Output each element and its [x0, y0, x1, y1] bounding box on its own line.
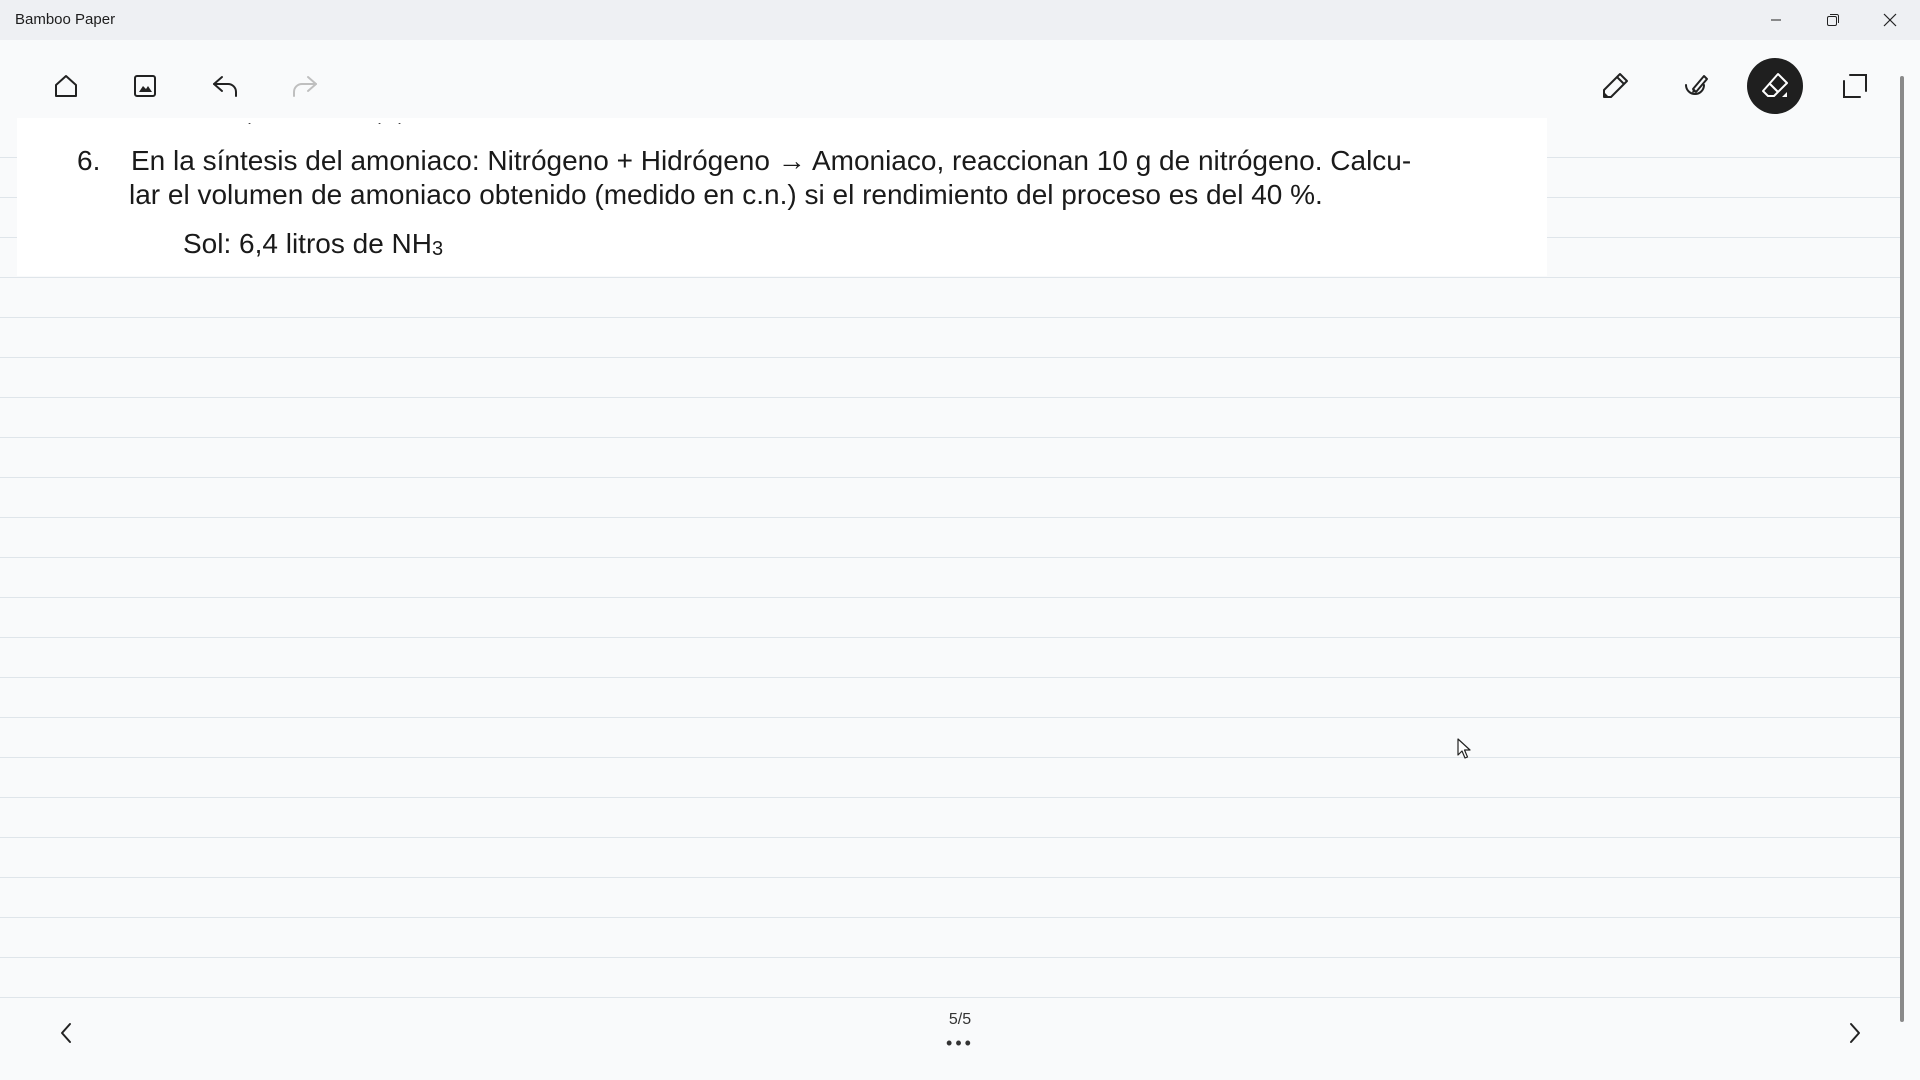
redo-icon: [293, 76, 317, 97]
home-icon: [55, 75, 77, 97]
solution-prefix: Sol: 6,4 litros de NH: [183, 228, 432, 259]
minimize-icon: [1771, 19, 1781, 21]
crop-icon: [1843, 74, 1867, 98]
vertical-scrollbar[interactable]: [1900, 76, 1904, 1022]
pen-tool[interactable]: [1587, 60, 1643, 112]
eraser-icon: [1762, 73, 1788, 97]
insert-image-icon: [134, 75, 156, 97]
eraser-tool-active-indicator: [1747, 58, 1803, 114]
toolbar: [0, 58, 1920, 114]
highlighter-tool[interactable]: [1667, 60, 1723, 112]
next-page-button[interactable]: [1827, 1013, 1883, 1053]
question-number: 6.: [77, 145, 101, 176]
close-button[interactable]: [1862, 0, 1918, 40]
undo-button[interactable]: [197, 60, 253, 112]
minimize-button[interactable]: [1748, 0, 1804, 40]
question-text-line-2: lar el volumen de amoniaco obtenido (med…: [129, 179, 1323, 210]
previous-page-button[interactable]: [38, 1013, 94, 1053]
eraser-tool[interactable]: [1747, 58, 1803, 114]
restore-icon: [1827, 14, 1839, 26]
chevron-right-icon: [1850, 1023, 1860, 1043]
app-title: Bamboo Paper: [15, 11, 116, 28]
question-text-line-1: En la síntesis del amoniaco: Nitrógeno +…: [131, 145, 1412, 176]
more-options-button[interactable]: •••: [939, 1034, 981, 1052]
highlighter-icon: [1685, 75, 1708, 95]
close-icon: [1883, 13, 1897, 27]
pen-icon: [1603, 73, 1628, 98]
title-bar: Bamboo Paper: [0, 0, 1920, 40]
solution-subscript: 3: [432, 238, 444, 260]
undo-icon: [213, 76, 237, 97]
crop-tool[interactable]: [1827, 60, 1883, 112]
chevron-left-icon: [61, 1023, 71, 1043]
restore-button[interactable]: [1805, 0, 1861, 40]
page-indicator: 5/5: [948, 1011, 972, 1028]
mouse-cursor-icon: [1457, 738, 1473, 760]
redo-button[interactable]: [277, 60, 333, 112]
home-button[interactable]: [38, 60, 94, 112]
pasted-image-snippet[interactable]: , , , 6. En la síntesis del amoniaco: Ni…: [17, 118, 1547, 276]
insert-image-button[interactable]: [117, 60, 173, 112]
clipped-text-remnant: , , ,: [247, 118, 597, 124]
solution-text: Sol: 6,4 litros de NH3: [183, 228, 443, 261]
